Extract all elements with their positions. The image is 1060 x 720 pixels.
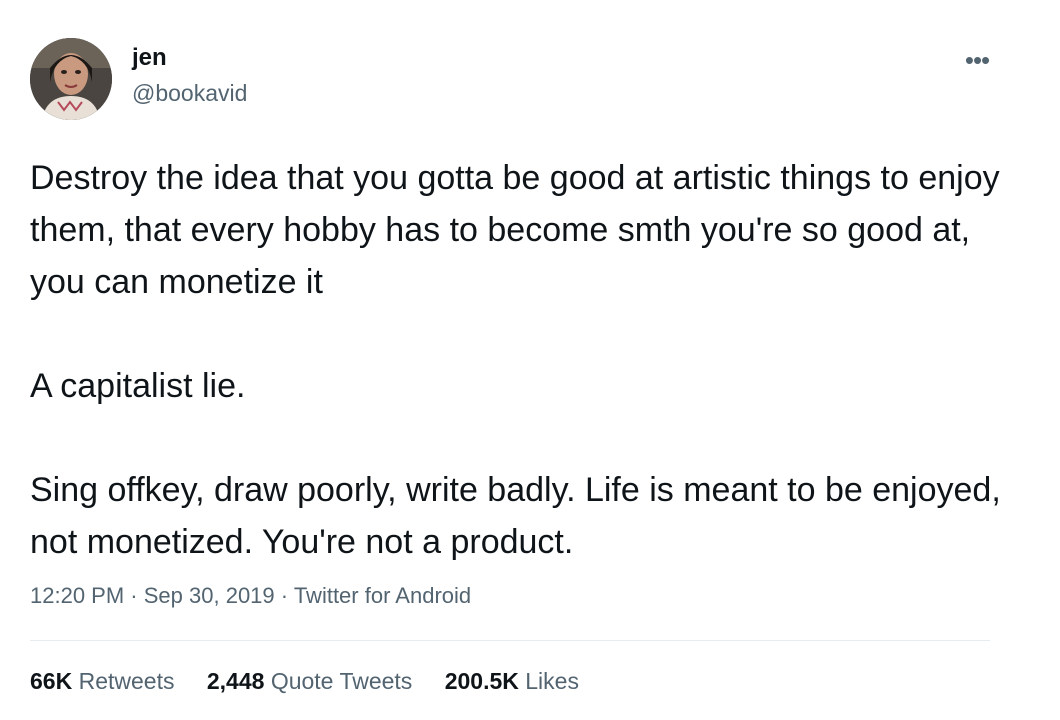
- tweet-date[interactable]: Sep 30, 2019: [144, 583, 275, 608]
- likes-stat[interactable]: 200.5K Likes: [445, 668, 579, 695]
- tweet-source[interactable]: Twitter for Android: [294, 583, 471, 608]
- divider: [30, 640, 990, 641]
- retweets-label: Retweets: [78, 668, 175, 694]
- tweet-paragraph: Destroy the idea that you gotta be good …: [30, 159, 1000, 301]
- retweets-stat[interactable]: 66K Retweets: [30, 668, 174, 695]
- retweets-count: 66K: [30, 668, 73, 694]
- tweet-stats: 66K Retweets 2,448 Quote Tweets 200.5K L…: [30, 668, 605, 695]
- tweet-time[interactable]: 12:20 PM: [30, 583, 124, 608]
- display-name[interactable]: jen: [132, 44, 167, 72]
- avatar-image: [30, 38, 112, 120]
- likes-count: 200.5K: [444, 668, 519, 694]
- quote-tweets-label: Quote Tweets: [270, 668, 413, 694]
- tweet-meta: 12:20 PM · Sep 30, 2019 · Twitter for An…: [30, 583, 471, 609]
- meta-separator: ·: [130, 583, 138, 608]
- more-options-button[interactable]: •••: [955, 44, 999, 76]
- quote-tweets-count: 2,448: [206, 668, 265, 694]
- tweet-paragraph: A capitalist lie.: [30, 367, 246, 405]
- user-handle[interactable]: @bookavid: [132, 80, 247, 107]
- likes-label: Likes: [525, 668, 579, 694]
- quote-tweets-stat[interactable]: 2,448 Quote Tweets: [207, 668, 412, 695]
- meta-separator: ·: [280, 583, 289, 608]
- tweet-card: jen @bookavid ••• Destroy the idea that …: [0, 0, 1060, 720]
- tweet-paragraph: Sing offkey, draw poorly, write badly. L…: [30, 471, 1001, 561]
- avatar[interactable]: [30, 38, 112, 120]
- tweet-text: Destroy the idea that you gotta be good …: [30, 152, 1030, 568]
- more-horizontal-icon: •••: [964, 45, 990, 75]
